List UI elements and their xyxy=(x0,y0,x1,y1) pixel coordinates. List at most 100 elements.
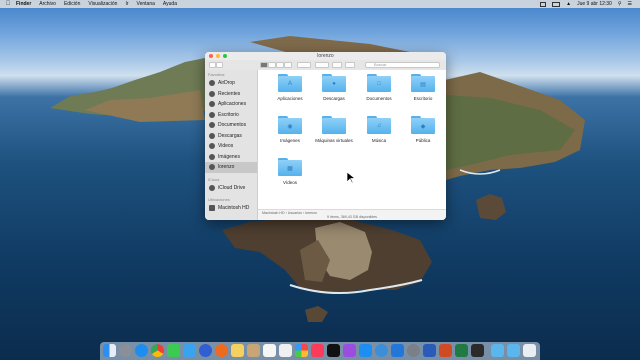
mail-icon[interactable] xyxy=(183,344,196,357)
forward-button[interactable] xyxy=(216,62,223,68)
menu-visualizacion[interactable]: Visualización xyxy=(88,1,117,7)
tags-button[interactable] xyxy=(345,62,355,68)
disk-icon xyxy=(209,205,215,212)
clock[interactable]: Jue 9 abr 12:30 xyxy=(577,1,612,7)
display-icon[interactable] xyxy=(540,1,547,7)
menu-ventana[interactable]: Ventana xyxy=(137,1,155,7)
firefox-icon[interactable] xyxy=(199,344,212,357)
sidebar-item-label: Macintosh HD xyxy=(218,205,250,212)
sidebar-header-locations: Ubicaciones xyxy=(208,197,230,202)
control-menu-icon[interactable]: ☰ xyxy=(628,1,632,7)
menu-ir[interactable]: Ir xyxy=(125,1,128,7)
action-gear-button[interactable] xyxy=(315,62,329,68)
powerpoint-icon[interactable] xyxy=(439,344,452,357)
folder-icon: ♫ xyxy=(367,116,391,134)
sidebar-item-label: Recientes xyxy=(218,90,241,97)
menu-archivo[interactable]: Archivo xyxy=(39,1,56,7)
appstore-icon[interactable] xyxy=(359,344,372,357)
sidebar-item-macintosh-hd[interactable]: Macintosh HD xyxy=(205,203,257,214)
messages-icon[interactable] xyxy=(167,344,180,357)
sidebar-item-icloud-drive[interactable]: iCloud Drive xyxy=(205,183,257,194)
sidebar-item-aplicaciones[interactable]: Aplicaciones xyxy=(205,99,257,110)
folder-maquinas-virtuales[interactable]: Máquinas virtuales xyxy=(312,116,356,143)
apple-menu-icon[interactable]:  xyxy=(0,1,16,7)
close-button[interactable] xyxy=(209,54,213,58)
chrome-icon[interactable] xyxy=(151,344,164,357)
xcode-icon[interactable] xyxy=(391,344,404,357)
app-icon[interactable] xyxy=(375,344,388,357)
music-icon[interactable] xyxy=(311,344,324,357)
title-bar[interactable]: lorenzo xyxy=(205,52,446,60)
sidebar-item-videos[interactable]: Videos xyxy=(205,141,257,152)
launchpad-icon[interactable] xyxy=(119,344,132,357)
minimize-button[interactable] xyxy=(216,54,220,58)
folder-icon: ◆ xyxy=(411,116,435,134)
folder-label: Música xyxy=(371,138,387,143)
back-button[interactable] xyxy=(209,62,216,68)
folder-publica[interactable]: ◆ Pública xyxy=(401,116,445,143)
folder-videos[interactable]: ▦ Vídeos xyxy=(268,158,312,185)
finder-window: lorenzo Buscar Favoritos AirDrop Recient… xyxy=(205,52,446,220)
preview-icon[interactable] xyxy=(523,344,536,357)
sidebar-item-label: Descargas xyxy=(218,132,242,139)
cloud-icon xyxy=(209,184,215,191)
group-button[interactable] xyxy=(297,62,311,68)
folder-label: Aplicaciones xyxy=(277,96,303,101)
sidebar-item-descargas[interactable]: Descargas xyxy=(205,131,257,142)
menu-ayuda[interactable]: Ayuda xyxy=(163,1,177,7)
excel-icon[interactable] xyxy=(455,344,468,357)
photos-icon[interactable] xyxy=(295,344,308,357)
search-input[interactable]: Buscar xyxy=(365,62,440,68)
folder-aplicaciones[interactable]: A Aplicaciones xyxy=(268,74,312,101)
sidebar-item-imagenes[interactable]: Imágenes xyxy=(205,152,257,163)
terminal-icon[interactable] xyxy=(471,344,484,357)
wifi-icon[interactable]: ▲ xyxy=(566,1,571,7)
view-gallery-button[interactable] xyxy=(284,62,292,68)
sidebar-item-label: Aplicaciones xyxy=(218,101,247,108)
sidebar-header-icloud: iCloud xyxy=(208,176,220,182)
sidebar-item-lorenzo[interactable]: lorenzo xyxy=(205,162,257,173)
menu-app-finder[interactable]: Finder xyxy=(16,1,31,7)
battery-icon[interactable] xyxy=(552,1,561,7)
view-icons-button[interactable] xyxy=(260,62,268,68)
finder-icon[interactable] xyxy=(103,344,116,357)
podcasts-icon[interactable] xyxy=(343,344,356,357)
word-icon[interactable] xyxy=(423,344,436,357)
folder-escritorio[interactable]: ▤ Escritorio xyxy=(401,74,445,101)
menu-edicion[interactable]: Edición xyxy=(64,1,80,7)
folder-label: Vídeos xyxy=(282,180,297,185)
notes-icon[interactable] xyxy=(231,344,244,357)
sidebar-item-label: Imágenes xyxy=(218,153,240,160)
search-icon[interactable]: ⚲ xyxy=(618,1,622,7)
folder-icon: □ xyxy=(367,74,391,92)
sidebar-item-airdrop[interactable]: AirDrop xyxy=(205,78,257,89)
folder-icon[interactable] xyxy=(507,344,520,357)
folder-documentos[interactable]: □ Documentos xyxy=(357,74,401,101)
share-button[interactable] xyxy=(332,62,342,68)
reminders-icon[interactable] xyxy=(279,344,292,357)
sidebar-item-label: iCloud Drive xyxy=(218,184,246,191)
calendar-icon[interactable] xyxy=(263,344,276,357)
firefox-alt-icon[interactable] xyxy=(215,344,228,357)
tv-icon[interactable] xyxy=(327,344,340,357)
sidebar-header-favorites: Favoritos xyxy=(208,72,225,77)
zoom-button[interactable] xyxy=(223,54,227,58)
camera-icon xyxy=(209,153,215,160)
view-list-button[interactable] xyxy=(268,62,276,68)
settings-icon[interactable] xyxy=(407,344,420,357)
folder-descargas[interactable]: ● Descargas xyxy=(312,74,356,101)
folder-musica[interactable]: ♫ Música xyxy=(357,116,401,143)
folder-imagenes[interactable]: ◉ Imágenes xyxy=(268,116,312,143)
safari-icon[interactable] xyxy=(135,344,148,357)
airdrop-icon xyxy=(209,80,215,87)
sidebar-item-escritorio[interactable]: Escritorio xyxy=(205,110,257,121)
sidebar-item-documentos[interactable]: Documentos xyxy=(205,120,257,131)
view-columns-button[interactable] xyxy=(276,62,284,68)
folder-icon: ▦ xyxy=(278,158,302,176)
sidebar-item-recientes[interactable]: Recientes xyxy=(205,89,257,100)
folder-label: Descargas xyxy=(323,96,345,101)
folder-icon xyxy=(322,116,346,134)
downloads-folder-icon[interactable] xyxy=(491,344,504,357)
folder-icon: ▤ xyxy=(411,74,435,92)
contacts-icon[interactable] xyxy=(247,344,260,357)
